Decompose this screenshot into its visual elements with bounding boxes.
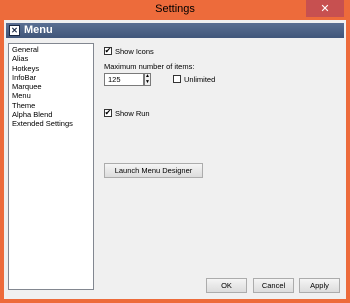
unlimited-label: Unlimited <box>184 75 216 84</box>
sidebar-item-infobar[interactable]: InfoBar <box>12 73 90 82</box>
dialog-body: ✕ Menu General Alias Hotkeys InfoBar Mar… <box>4 20 346 299</box>
section-title: Menu <box>24 24 53 36</box>
sidebar-item-hotkeys[interactable]: Hotkeys <box>12 64 90 73</box>
unlimited-checkbox[interactable] <box>173 75 181 83</box>
cancel-button[interactable]: Cancel <box>253 278 294 293</box>
max-items-label: Maximum number of items: <box>104 62 195 71</box>
sidebar-item-theme[interactable]: Theme <box>12 101 90 110</box>
sidebar-item-extended-settings[interactable]: Extended Settings <box>12 119 90 128</box>
checkmark-icon: ✔ <box>104 46 112 55</box>
close-button[interactable]: ✕ <box>306 0 344 17</box>
show-run-label: Show Run <box>115 109 150 118</box>
checkmark-icon: ✔ <box>104 108 112 117</box>
menu-app-icon: ✕ <box>9 25 20 36</box>
menu-settings-panel: ✔ Show Icons Maximum number of items: 12… <box>100 43 340 273</box>
max-items-input[interactable]: 125 <box>104 73 144 86</box>
launch-menu-designer-button[interactable]: Launch Menu Designer <box>104 163 203 178</box>
sidebar-item-alpha-blend[interactable]: Alpha Blend <box>12 110 90 119</box>
apply-button[interactable]: Apply <box>299 278 340 293</box>
sidebar-item-alias[interactable]: Alias <box>12 54 90 63</box>
sidebar-item-general[interactable]: General <box>12 45 90 54</box>
title-bar[interactable]: Settings ✕ <box>0 0 350 20</box>
sidebar-item-menu[interactable]: Menu <box>12 91 90 100</box>
close-icon: ✕ <box>320 3 330 15</box>
show-icons-label: Show Icons <box>115 47 154 56</box>
window-title: Settings <box>155 3 195 15</box>
sidebar-item-marquee[interactable]: Marquee <box>12 82 90 91</box>
max-items-spinner[interactable]: ▲ ▼ <box>144 73 151 86</box>
spin-down-icon[interactable]: ▼ <box>145 79 150 86</box>
settings-window: Settings ✕ ✕ Menu General Alias Hotkeys … <box>0 0 350 303</box>
ok-button[interactable]: OK <box>206 278 247 293</box>
category-list[interactable]: General Alias Hotkeys InfoBar Marquee Me… <box>8 43 94 290</box>
show-run-checkbox[interactable]: ✔ <box>104 109 112 117</box>
show-icons-checkbox[interactable]: ✔ <box>104 47 112 55</box>
section-header: ✕ Menu <box>6 23 344 38</box>
